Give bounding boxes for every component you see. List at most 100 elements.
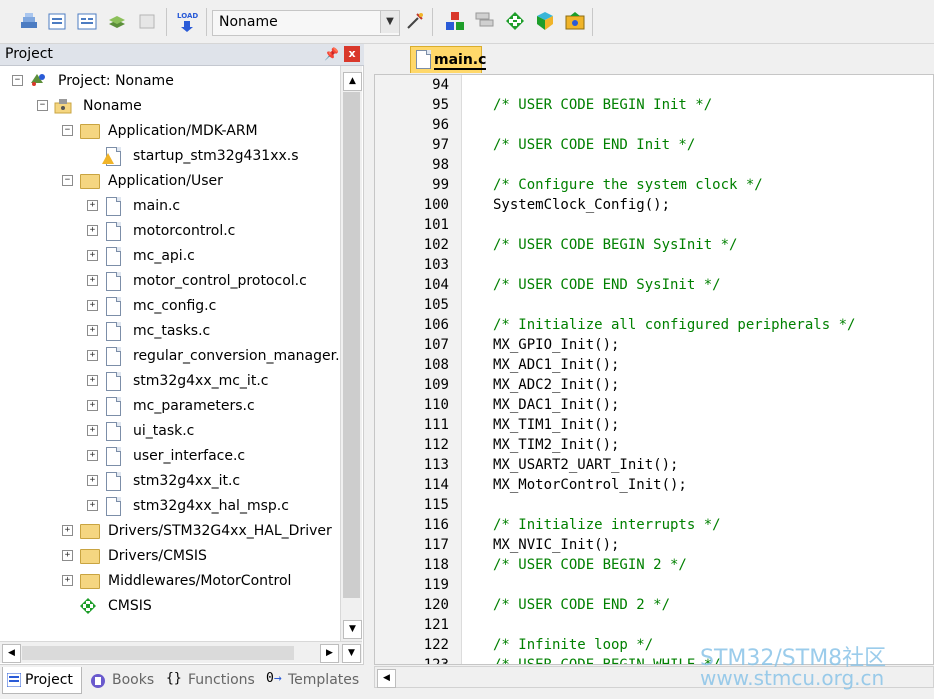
code-line[interactable]: 112 MX_TIM2_Init();: [375, 435, 933, 455]
expand-icon[interactable]: +: [62, 575, 73, 586]
code-line[interactable]: 110 MX_DAC1_Init();: [375, 395, 933, 415]
tree-item-file[interactable]: + regular_conversion_manager.c: [0, 345, 340, 367]
code-line[interactable]: 97 /* USER CODE END Init */: [375, 135, 933, 155]
expand-icon[interactable]: +: [62, 550, 73, 561]
scroll-left-icon[interactable]: ◀: [377, 669, 396, 688]
tree-item-folder[interactable]: − Application/User: [0, 170, 340, 192]
expand-icon[interactable]: +: [87, 475, 98, 486]
stop-build-icon[interactable]: [136, 10, 158, 32]
tree-item-file[interactable]: + user_interface.c: [0, 445, 340, 467]
collapse-icon[interactable]: −: [12, 75, 23, 86]
tree-item-file[interactable]: + mc_tasks.c: [0, 320, 340, 342]
tree-item-file[interactable]: + motor_control_protocol.c: [0, 270, 340, 292]
expand-icon[interactable]: +: [87, 450, 98, 461]
tree-item-file[interactable]: + stm32g4xx_mc_it.c: [0, 370, 340, 392]
tree-item-file[interactable]: + main.c: [0, 195, 340, 217]
select-pack-icon[interactable]: [534, 10, 556, 32]
code-line[interactable]: 109 MX_ADC2_Init();: [375, 375, 933, 395]
tree-item-file[interactable]: + motorcontrol.c: [0, 220, 340, 242]
tree-item-file[interactable]: + mc_parameters.c: [0, 395, 340, 417]
code-line[interactable]: 117 MX_NVIC_Init();: [375, 535, 933, 555]
tree-item-project[interactable]: − Project: Noname: [0, 70, 340, 92]
scroll-down-icon[interactable]: ▼: [343, 620, 362, 639]
expand-icon[interactable]: +: [87, 275, 98, 286]
build-icon[interactable]: [18, 10, 40, 32]
code-line[interactable]: 98: [375, 155, 933, 175]
code-line[interactable]: 104 /* USER CODE END SysInit */: [375, 275, 933, 295]
code-line[interactable]: 95 /* USER CODE BEGIN Init */: [375, 95, 933, 115]
close-icon[interactable]: x: [344, 46, 360, 62]
code-line[interactable]: 119: [375, 575, 933, 595]
expand-icon[interactable]: +: [87, 350, 98, 361]
code-line[interactable]: 102 /* USER CODE BEGIN SysInit */: [375, 235, 933, 255]
scroll-left-icon[interactable]: ◀: [2, 644, 21, 663]
code-editor[interactable]: 94 95 /* USER CODE BEGIN Init */ 96 97 /* USE…: [374, 74, 934, 665]
rebuild-icon[interactable]: [46, 10, 68, 32]
scroll-right-icon[interactable]: ▶: [320, 644, 339, 663]
tree-item-target[interactable]: − Noname: [0, 95, 340, 117]
pin-icon[interactable]: 📌: [324, 47, 339, 61]
tree-item-component[interactable]: CMSIS: [0, 595, 340, 617]
code-line[interactable]: 101: [375, 215, 933, 235]
expand-icon[interactable]: +: [87, 375, 98, 386]
code-line[interactable]: 108 MX_ADC1_Init();: [375, 355, 933, 375]
code-line[interactable]: 115: [375, 495, 933, 515]
scroll-down-icon[interactable]: ▼: [342, 644, 361, 663]
manage-project-icon[interactable]: [444, 10, 466, 32]
code-line[interactable]: 118 /* USER CODE BEGIN 2 */: [375, 555, 933, 575]
tree-item-folder[interactable]: − Application/MDK-ARM: [0, 120, 340, 142]
code-line[interactable]: 100 SystemClock_Config();: [375, 195, 933, 215]
expand-icon[interactable]: +: [87, 325, 98, 336]
code-line[interactable]: 99 /* Configure the system clock */: [375, 175, 933, 195]
code-line[interactable]: 107 MX_GPIO_Init();: [375, 335, 933, 355]
expand-icon[interactable]: +: [87, 400, 98, 411]
target-options-icon[interactable]: [404, 10, 426, 32]
tree-item-file[interactable]: + stm32g4xx_it.c: [0, 470, 340, 492]
expand-icon[interactable]: +: [87, 200, 98, 211]
tree-item-folder[interactable]: + Middlewares/MotorControl: [0, 570, 340, 592]
download-icon[interactable]: LOAD: [176, 10, 198, 32]
code-line[interactable]: 111 MX_TIM1_Init();: [375, 415, 933, 435]
rte-icon[interactable]: [564, 10, 586, 32]
target-select[interactable]: Noname ▼: [212, 10, 400, 36]
pack-installer-icon[interactable]: [504, 10, 526, 32]
tree-item-folder[interactable]: + Drivers/STM32G4xx_HAL_Driver: [0, 520, 340, 542]
code-line[interactable]: 121: [375, 615, 933, 635]
file-tab-main-c[interactable]: main.c: [410, 46, 487, 73]
expand-icon[interactable]: +: [87, 300, 98, 311]
code-line[interactable]: 103: [375, 255, 933, 275]
tab-functions[interactable]: {} Functions: [162, 667, 255, 693]
code-line[interactable]: 96: [375, 115, 933, 135]
tree-horizontal-scrollbar[interactable]: ◀ ▶ ▼: [0, 641, 362, 663]
multi-project-icon[interactable]: [474, 10, 496, 32]
expand-icon[interactable]: +: [87, 500, 98, 511]
code-line[interactable]: 105: [375, 295, 933, 315]
code-line[interactable]: 113 MX_USART2_UART_Init();: [375, 455, 933, 475]
tree-item-file[interactable]: startup_stm32g431xx.s: [0, 145, 340, 167]
code-line[interactable]: 116 /* Initialize interrupts */: [375, 515, 933, 535]
collapse-icon[interactable]: −: [37, 100, 48, 111]
tree-vertical-scrollbar[interactable]: ▲ ▼: [340, 66, 362, 641]
collapse-icon[interactable]: −: [62, 175, 73, 186]
tab-templates[interactable]: 0→ Templates: [262, 667, 360, 693]
scroll-thumb[interactable]: [343, 92, 360, 598]
collapse-icon[interactable]: −: [62, 125, 73, 136]
tree-item-file[interactable]: + ui_task.c: [0, 420, 340, 442]
tab-books[interactable]: Books: [86, 667, 156, 693]
tree-item-folder[interactable]: + Drivers/CMSIS: [0, 545, 340, 567]
batch-build-icon[interactable]: [76, 10, 98, 32]
expand-icon[interactable]: +: [87, 250, 98, 261]
code-line[interactable]: 120 /* USER CODE END 2 */: [375, 595, 933, 615]
expand-icon[interactable]: +: [62, 525, 73, 536]
chevron-down-icon[interactable]: ▼: [380, 11, 399, 33]
code-line[interactable]: 114 MX_MotorControl_Init();: [375, 475, 933, 495]
tree-item-file[interactable]: + mc_config.c: [0, 295, 340, 317]
scroll-up-icon[interactable]: ▲: [343, 72, 362, 91]
expand-icon[interactable]: +: [87, 425, 98, 436]
tree-item-file[interactable]: + stm32g4xx_hal_msp.c: [0, 495, 340, 517]
scroll-thumb[interactable]: [22, 646, 294, 660]
expand-icon[interactable]: +: [87, 225, 98, 236]
code-line[interactable]: 106 /* Initialize all configured peripher…: [375, 315, 933, 335]
code-line[interactable]: 94: [375, 75, 933, 95]
tree-item-file[interactable]: + mc_api.c: [0, 245, 340, 267]
